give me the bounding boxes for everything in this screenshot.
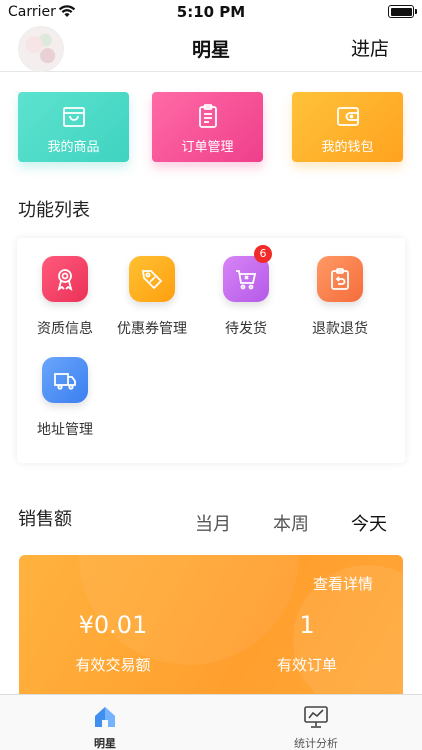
tab-today[interactable]: 今天 [351, 510, 387, 536]
shopping-bag-icon [62, 107, 85, 127]
return-icon [317, 256, 363, 302]
award-icon [42, 256, 88, 302]
status-time: 5:10 PM [176, 3, 246, 21]
order-management-card[interactable]: 订单管理 [152, 92, 263, 162]
func-item-qualification[interactable]: 资质信息 [17, 238, 113, 337]
status-bar: Carrier 5:10 PM [0, 0, 422, 24]
bottom-tab-bar: 明星 统计分析 [0, 694, 422, 750]
clipboard-list-icon [198, 104, 217, 128]
coupon-tag-icon [129, 256, 175, 302]
order-management-label: 订单管理 [181, 140, 234, 155]
transaction-amount-value: ¥0.01 [78, 611, 148, 639]
transaction-amount-label: 有效交易额 [75, 656, 151, 674]
func-item-coupons[interactable]: 优惠券管理 [104, 238, 200, 337]
func-label-refunds: 退款退货 [312, 321, 368, 337]
my-products-label: 我的商品 [47, 140, 100, 155]
tab-this-week[interactable]: 本周 [273, 510, 309, 536]
pending-count-badge: 6 [254, 245, 272, 263]
battery-icon [388, 5, 417, 18]
my-products-card[interactable]: 我的商品 [18, 92, 129, 162]
function-list-title: 功能列表 [18, 200, 90, 221]
tab-home[interactable]: 明星 [45, 695, 165, 750]
view-details-link[interactable]: 查看详情 [313, 573, 373, 594]
valid-orders-label: 有效订单 [276, 656, 337, 674]
tab-this-month[interactable]: 当月 [195, 510, 231, 536]
enter-shop-button[interactable]: 进店 [351, 34, 389, 61]
valid-orders-value: 1 [299, 611, 315, 639]
my-wallet-label: 我的钱包 [321, 140, 374, 155]
tab-statistics[interactable]: 统计分析 [256, 695, 376, 750]
sales-summary-card: 查看详情 ¥0.01 有效交易额 1 有效订单 [19, 555, 403, 715]
func-item-address[interactable]: 地址管理 [17, 339, 113, 438]
tab-home-label: 明星 [94, 737, 116, 750]
func-item-pending-shipment[interactable]: 6 待发货 [198, 238, 294, 337]
monitor-chart-icon [304, 706, 328, 728]
sales-title: 销售额 [18, 509, 72, 530]
tab-statistics-label: 统计分析 [294, 737, 338, 750]
func-label-address: 地址管理 [37, 422, 93, 438]
function-panel: 资质信息 优惠券管理 6 待发货 退款退货 地址管理 [17, 238, 405, 463]
truck-icon [42, 357, 88, 403]
nav-bar: 明星 进店 [0, 24, 422, 72]
home-icon [95, 707, 115, 727]
func-item-refunds[interactable]: 退款退货 [292, 238, 388, 337]
wallet-icon [336, 107, 359, 126]
my-wallet-card[interactable]: 我的钱包 [292, 92, 403, 162]
